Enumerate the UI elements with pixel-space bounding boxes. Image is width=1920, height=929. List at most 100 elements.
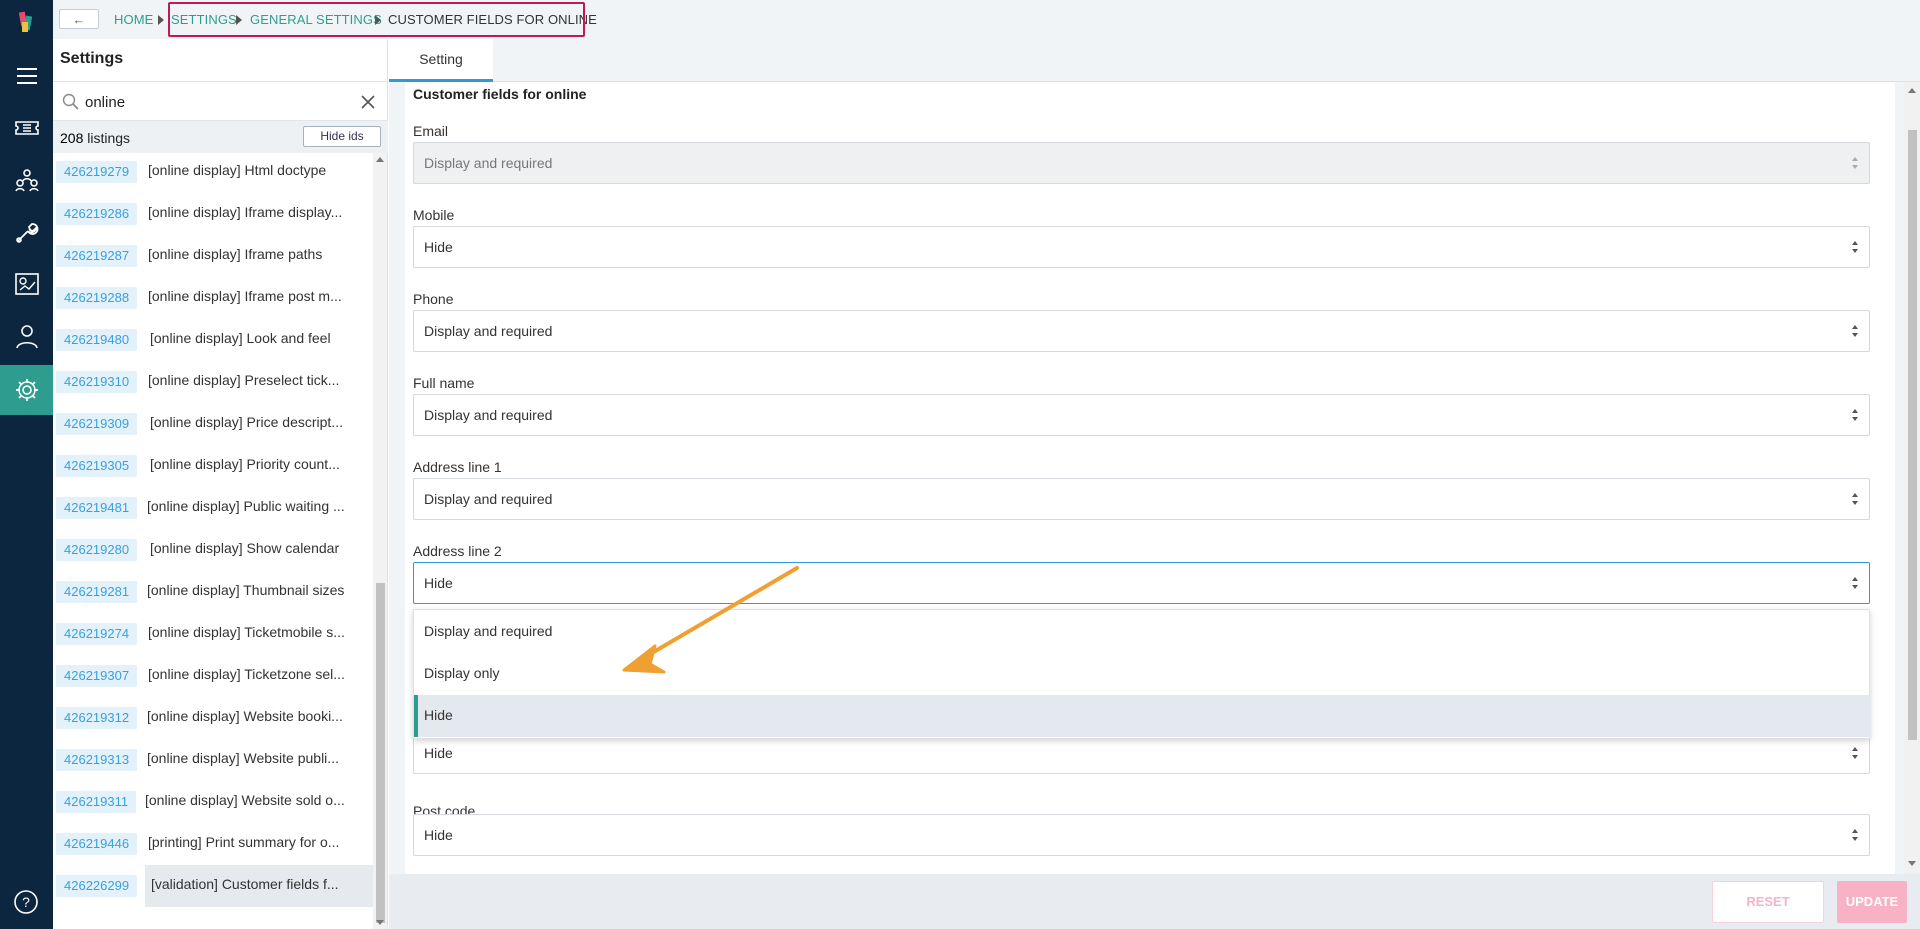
sidebar-scrollbar[interactable] (373, 153, 387, 929)
field-label: Phone (413, 291, 454, 307)
field-select[interactable]: Hide (413, 226, 1870, 268)
hide-ids-button[interactable]: Hide ids (303, 126, 381, 147)
select-arrows-icon (1851, 576, 1859, 590)
field-select[interactable]: Display and required (413, 478, 1870, 520)
field-select[interactable]: Hide (413, 562, 1870, 604)
list-item[interactable]: 426219286 [online display] Iframe display… (53, 193, 373, 235)
listing-id-badge: 426219481 (56, 497, 138, 519)
list-item[interactable]: 426219305 [online display] Priority count… (53, 445, 373, 487)
option-label: Display and required (424, 623, 553, 639)
select-arrows-icon (1851, 324, 1859, 338)
top-bar: ← HOME SETTINGS GENERAL SETTINGS CUSTOME… (53, 0, 1920, 39)
listings-count: 208 listings (60, 130, 131, 146)
form-footer: RESET UPDATE (389, 874, 1920, 929)
listing-label: [online display] Thumbnail sizes (147, 582, 345, 598)
tab-setting[interactable]: Setting (389, 39, 493, 82)
listing-id-badge: 426219446 (56, 833, 138, 855)
user-icon[interactable] (0, 311, 53, 361)
list-item[interactable]: 426219281 [online display] Thumbnail size… (53, 571, 373, 613)
field-label: Address line 1 (413, 459, 502, 475)
sidebar-search[interactable]: online (53, 81, 388, 121)
select-value: Hide (424, 827, 453, 843)
listings-count-bar: 208 listings Hide ids (53, 121, 388, 153)
dropdown-option[interactable]: Hide (414, 695, 1871, 737)
app-logo-icon[interactable] (14, 10, 40, 36)
list-item[interactable]: 426219287 [online display] Iframe paths (53, 235, 373, 277)
gear-icon[interactable] (0, 365, 53, 415)
dropdown-option[interactable]: Display and required (414, 611, 1871, 653)
select-value: Display and required (424, 323, 553, 339)
field-label: Full name (413, 375, 475, 391)
field-label: Address line 2 (413, 543, 502, 559)
field-select[interactable]: Display and required (413, 310, 1870, 352)
arrow-left-icon: ← (72, 11, 86, 27)
select-dropdown: Display and required Display only Hide (413, 609, 1871, 739)
nav-rail: ? (0, 0, 53, 929)
dropdown-option[interactable]: Display only (414, 653, 1871, 695)
listing-label: [online display] Public waiting ... (147, 498, 345, 514)
list-item[interactable]: 426219274 [online display] Ticketmobile s… (53, 613, 373, 655)
listing-id-badge: 426219309 (56, 413, 138, 435)
select-arrows-icon (1851, 408, 1859, 422)
list-item[interactable]: 426219279 [online display] Html doctype (53, 153, 373, 193)
listing-label: [online display] Iframe display... (148, 204, 343, 220)
list-item[interactable]: 426219312 [online display] Website booki.… (53, 697, 373, 739)
list-item[interactable]: 426219309 [online display] Price descript… (53, 403, 373, 445)
list-item[interactable]: 426219288 [online display] Iframe post m.… (53, 277, 373, 319)
search-icon (62, 93, 79, 110)
listing-id-badge: 426219480 (56, 329, 138, 351)
scrollbar-thumb[interactable] (376, 583, 385, 923)
list-item[interactable]: 426219307 [online display] Ticketzone sel… (53, 655, 373, 697)
svg-text:?: ? (22, 894, 30, 910)
update-button[interactable]: UPDATE (1837, 881, 1907, 923)
breadcrumb-home[interactable]: HOME (114, 12, 153, 27)
scroll-down-icon[interactable] (1908, 861, 1916, 866)
select-arrows-icon (1851, 240, 1859, 254)
listing-id-badge: 426219288 (56, 287, 138, 309)
settings-list: 426219279 [online display] Html doctype 42… (53, 153, 373, 929)
select-arrows-icon (1851, 156, 1859, 170)
option-label: Hide (424, 707, 453, 723)
list-item[interactable]: 426219446 [printing] Print summary for o.… (53, 823, 373, 865)
reset-button[interactable]: RESET (1712, 881, 1824, 923)
ticket-icon[interactable] (0, 103, 53, 153)
search-input[interactable]: online (85, 94, 125, 111)
list-item[interactable]: 426219310 [online display] Preselect tick… (53, 361, 373, 403)
list-item[interactable]: 426226299 [validation] Customer fields f.… (53, 865, 373, 907)
listing-label: [online display] Preselect tick... (148, 372, 340, 388)
listing-label: [online display] Iframe post m... (148, 288, 342, 304)
list-item[interactable]: 426219280 [online display] Show calendar (53, 529, 373, 571)
listing-label: [printing] Print summary for o... (148, 834, 340, 850)
list-item[interactable]: 426219480 [online display] Look and feel (53, 319, 373, 361)
tab-bar: Setting (389, 39, 1920, 82)
list-item[interactable]: 426219311 [online display] Website sold o… (53, 781, 373, 823)
listing-id-badge: 426219307 (56, 665, 138, 687)
form-title: Customer fields for online (413, 86, 587, 102)
listing-label: [online display] Ticketmobile s... (148, 624, 345, 640)
scrollbar-thumb[interactable] (1908, 130, 1917, 740)
listing-id-badge: 426219281 (56, 581, 138, 603)
list-item[interactable]: 426219313 [online display] Website publi.… (53, 739, 373, 781)
field-select[interactable]: Hide (413, 814, 1870, 856)
listing-label: [online display] Website booki... (147, 708, 343, 724)
menu-icon[interactable] (0, 51, 53, 101)
back-button[interactable]: ← (59, 9, 99, 29)
help-icon[interactable]: ? (13, 889, 39, 915)
listing-id-badge: 426219312 (56, 707, 138, 729)
main-scrollbar[interactable] (1904, 82, 1920, 874)
listing-id-badge: 426219311 (56, 791, 137, 813)
close-icon[interactable] (360, 94, 376, 110)
scroll-up-icon[interactable] (1908, 88, 1916, 93)
scroll-down-icon[interactable] (376, 920, 384, 925)
report-icon[interactable] (0, 259, 53, 309)
scroll-up-icon[interactable] (376, 157, 384, 162)
listing-label: [online display] Iframe paths (148, 246, 323, 262)
list-item[interactable]: 426219481 [online display] Public waiting… (53, 487, 373, 529)
settings-form: Customer fields for online Email Display … (405, 82, 1895, 874)
people-icon[interactable] (0, 155, 53, 205)
wrench-icon[interactable] (0, 207, 53, 257)
select-arrows-icon (1851, 492, 1859, 506)
settings-sidebar: Settings online 208 listings Hide ids 42… (53, 39, 388, 929)
field-select[interactable]: Display and required (413, 394, 1870, 436)
listing-id-badge: 426219286 (56, 203, 138, 225)
